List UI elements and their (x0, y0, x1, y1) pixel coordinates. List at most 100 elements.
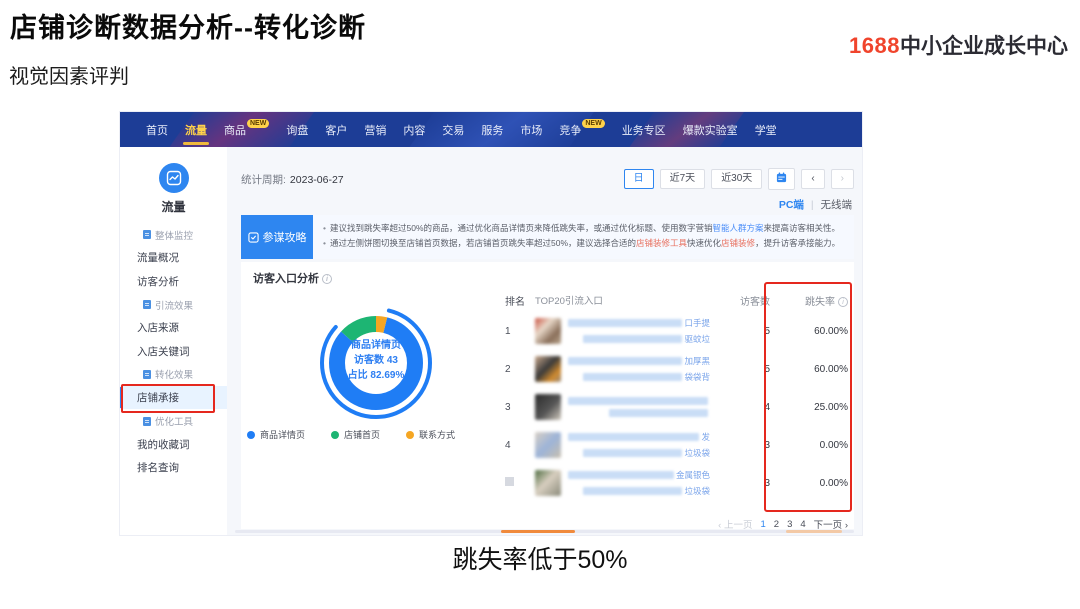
analytics-dashboard: 首页 流量 商品NEW 询盘 客户 营销 内容 交易 服务 市场 竞争NEW 业… (120, 112, 862, 535)
device-tab-wireless[interactable]: 无线端 (821, 199, 853, 211)
bounce-value: 0.00% (770, 478, 848, 489)
prev-period-button[interactable]: ‹ (801, 169, 824, 189)
sidebar-item-optimize-tools[interactable]: 优化工具 (120, 409, 227, 432)
sidebar-item-traffic-effect[interactable]: 引流效果 (120, 293, 227, 316)
chart-legend: 商品详情页 店铺首页 联系方式 (247, 428, 455, 441)
horizontal-scrollbar[interactable] (235, 530, 854, 533)
sidebar-item-traffic-overview[interactable]: 流量概况 (120, 246, 227, 269)
new-badge: NEW (247, 119, 269, 128)
sidebar: 流量 整体监控 流量概况 访客分析 引流效果 入店来源 入店关键词 转化效果 店… (120, 147, 227, 535)
page-2-button[interactable]: 2 (774, 519, 779, 530)
device-tab-pc[interactable]: PC端 (779, 199, 804, 211)
store-decor-link[interactable]: 店铺装修 (721, 238, 755, 248)
nav-item-market[interactable]: 市场 (520, 113, 542, 147)
product-title-link[interactable]: 加厚黑 袋袋背 (568, 355, 710, 383)
range-7d-button[interactable]: 近7天 (660, 169, 706, 189)
nav-item-customers[interactable]: 客户 (325, 113, 347, 147)
legend-contact[interactable]: 联系方式 (406, 428, 455, 441)
stat-period: 统计周期:2023-06-27 (241, 172, 344, 187)
product-thumbnail[interactable] (535, 394, 561, 420)
product-title-link[interactable]: 发 垃圾袋 (568, 431, 710, 459)
nav-item-transactions[interactable]: 交易 (442, 113, 464, 147)
brand-1688: 1688 (849, 33, 900, 58)
device-switch: PC端 | 无线端 (779, 197, 852, 212)
sidebar-item-my-saved-words[interactable]: 我的收藏词 (120, 433, 227, 456)
prev-page-button[interactable]: ‹ 上一页 (718, 517, 752, 531)
report-icon (143, 300, 151, 309)
product-thumbnail[interactable] (535, 470, 561, 496)
guide-icon (248, 232, 259, 243)
nav-item-academy[interactable]: 学堂 (755, 113, 777, 147)
table-row: 2 加厚黑 袋袋背 5 60.00% (505, 350, 848, 388)
bounce-value: 0.00% (770, 440, 848, 451)
nav-item-traffic[interactable]: 流量 (185, 113, 207, 147)
slide: 店铺诊断数据分析--转化诊断 1688中小企业成长中心 视觉因素评判 首页 流量… (0, 0, 1080, 609)
sidebar-item-visitor-analysis[interactable]: 访客分析 (120, 270, 227, 293)
top-nav: 首页 流量 商品NEW 询盘 客户 营销 内容 交易 服务 市场 竞争NEW 业… (120, 112, 862, 147)
line-chart-icon (166, 170, 182, 186)
report-icon (143, 230, 151, 239)
info-icon[interactable]: i (322, 274, 332, 284)
nav-item-inquiries[interactable]: 询盘 (286, 113, 308, 147)
nav-item-products[interactable]: 商品NEW (224, 113, 269, 147)
nav-item-competition[interactable]: 竞争NEW (559, 113, 604, 147)
page-3-button[interactable]: 3 (787, 519, 792, 530)
sidebar-item-entry-source[interactable]: 入店来源 (120, 316, 227, 339)
product-title-link[interactable] (568, 397, 710, 417)
legend-store-home[interactable]: 店铺首页 (331, 428, 380, 441)
bounce-value: 25.00% (770, 402, 848, 413)
nav-item-marketing[interactable]: 营销 (364, 113, 386, 147)
sidebar-item-conversion-effect[interactable]: 转化效果 (120, 363, 227, 386)
visitors-value: 3 (710, 478, 770, 489)
main-panel: 统计周期:2023-06-27 日 近7天 近30天 (227, 147, 862, 535)
advisor-tip: 参谋攻略 建议找到跳失率超过50%的商品，通过优化商品详情页来降低跳失率，或通过… (241, 215, 854, 259)
sidebar-item-store-reception[interactable]: 店铺承接 (120, 386, 227, 409)
product-title-link[interactable]: 金属银色 垃圾袋 (568, 469, 710, 497)
next-period-button[interactable]: › (831, 169, 854, 189)
product-thumbnail[interactable] (535, 318, 561, 344)
tip-bullet-2: 通过左侧饼图切换至店铺首页数据，若店铺首页跳失率超过50%，建议选择合适的店铺装… (323, 236, 844, 251)
page-4-button[interactable]: 4 (800, 519, 805, 530)
nav-item-hot-lab[interactable]: 爆款实验室 (683, 113, 738, 147)
new-badge: NEW (582, 119, 604, 128)
legend-dot-blue (247, 431, 255, 439)
advisor-guide-button[interactable]: 参谋攻略 (241, 215, 313, 259)
visitor-entry-card: 访客入口分析i 商品详情页 访客数 43 (241, 262, 854, 529)
traffic-module-icon (159, 163, 189, 193)
sidebar-item-overall-monitor[interactable]: 整体监控 (120, 223, 227, 246)
nav-item-content[interactable]: 内容 (403, 113, 425, 147)
next-page-button[interactable]: 下一页 › (814, 517, 848, 531)
nav-item-home[interactable]: 首页 (146, 113, 168, 147)
slide-title: 店铺诊断数据分析--转化诊断 (10, 6, 366, 45)
bounce-value: 60.00% (770, 364, 848, 375)
nav-item-services[interactable]: 服务 (481, 113, 503, 147)
scrollbar-thumb[interactable] (501, 530, 575, 533)
bounce-value: 60.00% (770, 326, 848, 337)
range-day-button[interactable]: 日 (624, 169, 654, 189)
product-thumbnail[interactable] (535, 432, 561, 458)
legend-dot-green (331, 431, 339, 439)
legend-dot-orange (406, 431, 414, 439)
brand-logo: 1688中小企业成长中心 (849, 30, 1068, 60)
section-title: 访客入口分析i (253, 270, 332, 286)
smart-audience-link[interactable]: 智能人群方案 (713, 223, 764, 233)
store-decor-tool-link[interactable]: 店铺装修工具 (636, 238, 687, 248)
col-bounce-header: 跳失率i (770, 293, 848, 308)
sidebar-item-rank-query[interactable]: 排名查询 (120, 456, 227, 479)
calendar-button[interactable] (768, 168, 795, 190)
table-row: 1 口手提 驱蚊垃 5 60.00% (505, 312, 848, 350)
table-row: 金属银色 垃圾袋 3 0.00% (505, 464, 848, 502)
product-title-link[interactable]: 口手提 驱蚊垃 (568, 317, 710, 345)
nav-item-business-zone[interactable]: 业务专区 (622, 113, 666, 147)
table-row: 4 发 垃圾袋 3 0.00% (505, 426, 848, 464)
sidebar-item-entry-keywords[interactable]: 入店关键词 (120, 339, 227, 362)
blurred-rank (505, 477, 514, 486)
legend-product-detail[interactable]: 商品详情页 (247, 428, 305, 441)
page-1-button[interactable]: 1 (760, 519, 765, 530)
product-thumbnail[interactable] (535, 356, 561, 382)
range-30d-button[interactable]: 近30天 (711, 169, 762, 189)
donut-center-label: 商品详情页 访客数 43 占比 82.69% (311, 338, 441, 383)
slide-caption: 跳失率低于50% (0, 540, 1080, 576)
info-icon[interactable]: i (838, 297, 848, 307)
report-icon (143, 370, 151, 379)
